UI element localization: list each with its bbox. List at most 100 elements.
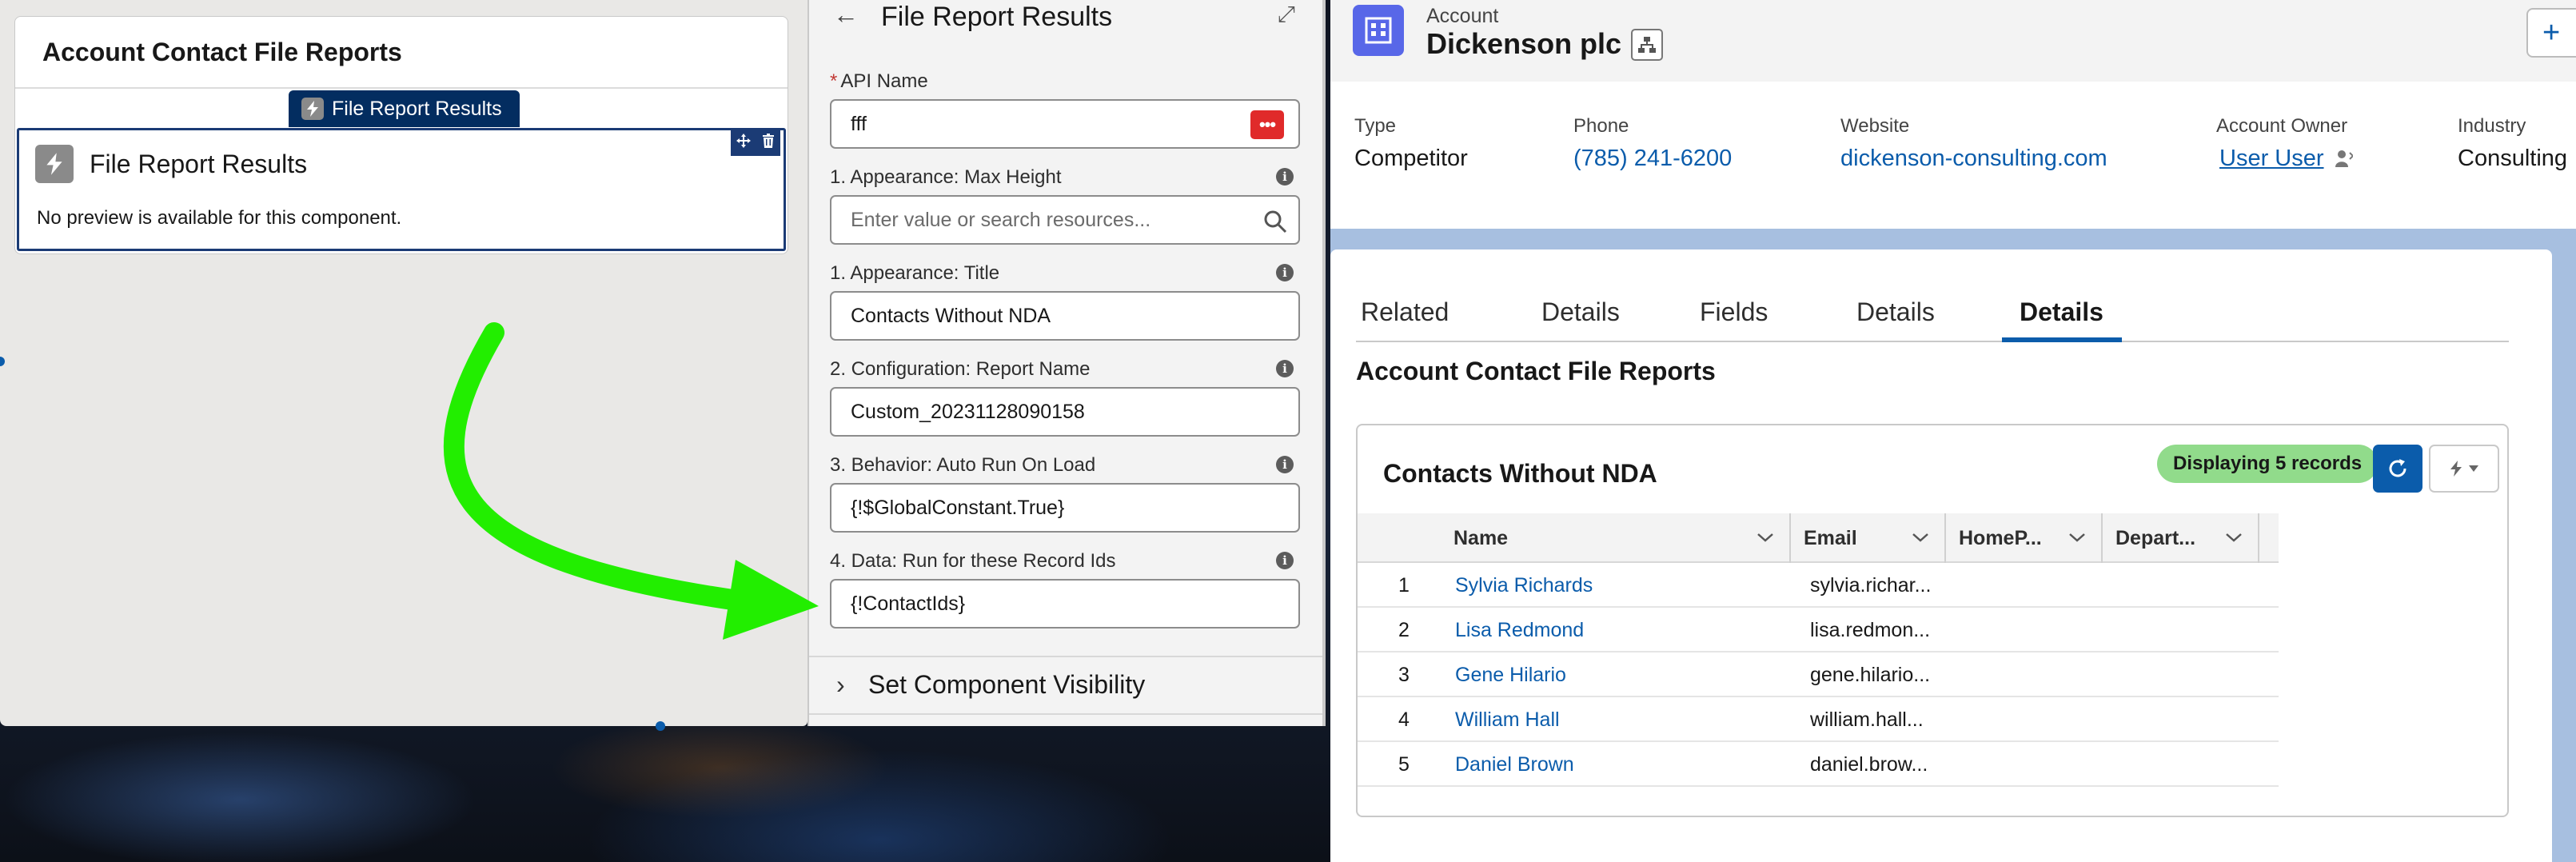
contact-email: gene.hilario... <box>1810 664 1931 686</box>
hierarchy-icon[interactable] <box>1631 29 1663 61</box>
highlights-panel: Type Competitor Phone (785) 241-6200 Web… <box>1330 82 2576 229</box>
auto-run-label: 3. Behavior: Auto Run On Load <box>830 454 1096 476</box>
table-row: 1 Sylvia Richards sylvia.richar... <box>1358 563 2279 608</box>
highlight-label: Phone <box>1573 115 1629 137</box>
record-name: Dickenson plc <box>1426 27 1622 60</box>
chevron-down-icon[interactable] <box>2224 529 2243 545</box>
actions-menu-button[interactable] <box>2429 445 2499 493</box>
api-name-value: fff <box>851 112 867 135</box>
refresh-button[interactable] <box>2373 445 2422 493</box>
selected-component[interactable]: File Report Results No preview is availa… <box>17 128 786 251</box>
contact-name-link[interactable]: Gene Hilario <box>1455 664 1566 687</box>
info-icon[interactable]: i <box>1276 264 1294 281</box>
chevron-right-icon: › <box>836 670 845 699</box>
column-header-homephone[interactable]: HomeP... <box>1959 513 2042 563</box>
column-divider[interactable] <box>1944 513 1946 563</box>
account-icon <box>1353 5 1404 56</box>
expand-icon[interactable]: ⤢ <box>1278 2 1295 28</box>
max-height-input[interactable]: Enter value or search resources... <box>830 195 1300 245</box>
grid-header: Name Email HomeP... Depart... <box>1358 513 2279 563</box>
back-arrow-icon[interactable]: ← <box>833 0 859 30</box>
component-toolbar <box>731 130 780 156</box>
auto-run-input[interactable]: {!$GlobalConstant.True} <box>830 483 1300 533</box>
report-title: Contacts Without NDA <box>1383 459 1657 488</box>
lightning-icon <box>301 98 324 120</box>
chevron-down-icon[interactable] <box>2068 529 2087 545</box>
properties-header: ← File Report Results ⤢ <box>809 0 1322 35</box>
tab-details-2[interactable]: Details <box>1856 297 1935 327</box>
table-row: 2 Lisa Redmond lisa.redmon... <box>1358 608 2279 652</box>
info-icon[interactable]: i <box>1276 168 1294 186</box>
owner-link[interactable]: User User <box>2219 146 2354 172</box>
component-visibility-section[interactable]: › Set Component Visibility <box>809 656 1322 715</box>
info-icon[interactable]: i <box>1276 360 1294 377</box>
api-name-label: * API Name <box>830 70 928 92</box>
search-icon <box>1264 210 1287 233</box>
component-tag[interactable]: File Report Results <box>289 90 520 127</box>
highlight-label: Website <box>1840 115 1910 137</box>
report-name-input[interactable]: Custom_20231128090158 <box>830 387 1300 437</box>
canvas-card-title: Account Contact File Reports <box>42 38 402 66</box>
resize-handle-bottom[interactable] <box>656 721 665 731</box>
tab-details-3[interactable]: Details <box>2020 297 2103 327</box>
contact-name-link[interactable]: William Hall <box>1455 708 1560 732</box>
required-asterisk: * <box>830 70 838 92</box>
trash-icon[interactable] <box>762 134 775 153</box>
title-input[interactable]: Contacts Without NDA <box>830 291 1300 341</box>
contact-name-link[interactable]: Daniel Brown <box>1455 753 1574 776</box>
change-owner-icon[interactable] <box>2334 148 2354 169</box>
table-row: 3 Gene Hilario gene.hilario... <box>1358 652 2279 697</box>
table-row: 5 Daniel Brown daniel.brow... <box>1358 742 2279 787</box>
record-page-preview: Account Dickenson plc + Type Competitor … <box>1330 0 2576 862</box>
canvas-component-card[interactable]: Account Contact File Reports File Report… <box>14 16 788 254</box>
column-divider <box>2258 513 2259 563</box>
chevron-down-icon[interactable] <box>1911 529 1930 545</box>
component-visibility-label: Set Component Visibility <box>868 670 1146 699</box>
column-header-email[interactable]: Email <box>1804 513 1857 563</box>
tab-fields[interactable]: Fields <box>1700 297 1768 327</box>
chevron-down-icon <box>2469 465 2478 472</box>
contact-name-link[interactable]: Lisa Redmond <box>1455 619 1584 642</box>
website-link[interactable]: dickenson-consulting.com <box>1840 146 2107 172</box>
contact-email: william.hall... <box>1810 708 1924 731</box>
row-number: 1 <box>1398 574 1410 597</box>
table-row: 4 William Hall william.hall... <box>1358 697 2279 742</box>
owner-name: User User <box>2219 146 2324 171</box>
contact-email: daniel.brow... <box>1810 753 1928 776</box>
record-ids-input[interactable]: {!ContactIds} <box>830 579 1300 629</box>
title-label: 1. Appearance: Title <box>830 262 1000 284</box>
column-divider[interactable] <box>2101 513 2103 563</box>
lightning-icon <box>2450 461 2462 477</box>
object-type-label: Account <box>1426 5 1499 27</box>
phone-link[interactable]: (785) 241-6200 <box>1573 146 1732 172</box>
component-tag-label: File Report Results <box>332 97 502 120</box>
contact-email: sylvia.richar... <box>1810 574 1932 597</box>
section-title: Account Contact File Reports <box>1356 357 1716 385</box>
resize-handle-left[interactable] <box>0 357 5 366</box>
row-number: 2 <box>1398 619 1410 641</box>
column-header-name[interactable]: Name <box>1453 513 1508 563</box>
add-button[interactable]: + <box>2526 8 2576 58</box>
column-header-department[interactable]: Depart... <box>2115 513 2195 563</box>
info-icon[interactable]: i <box>1276 552 1294 569</box>
tab-details[interactable]: Details <box>1541 297 1620 327</box>
record-header: Account Dickenson plc + <box>1330 0 2576 82</box>
api-name-input[interactable]: fff ••• <box>830 99 1300 149</box>
component-title: File Report Results <box>90 150 308 178</box>
contact-email: lisa.redmon... <box>1810 619 1931 641</box>
report-name-label: 2. Configuration: Report Name <box>830 358 1091 380</box>
highlight-label: Type <box>1354 115 1397 137</box>
tab-related[interactable]: Related <box>1361 297 1449 327</box>
no-preview-message: No preview is available for this compone… <box>37 207 402 229</box>
info-icon[interactable]: i <box>1276 456 1294 473</box>
divider <box>15 87 788 89</box>
tab-bar: Related Details Fields Details Details <box>1356 285 2509 342</box>
error-badge-icon[interactable]: ••• <box>1250 110 1284 139</box>
chevron-down-icon[interactable] <box>1756 529 1775 545</box>
contact-name-link[interactable]: Sylvia Richards <box>1455 574 1593 597</box>
move-icon[interactable] <box>736 134 751 153</box>
record-ids-label: 4. Data: Run for these Record Ids <box>830 550 1116 572</box>
highlight-value: Competitor <box>1354 146 1468 171</box>
highlight-label: Account Owner <box>2216 115 2348 137</box>
column-divider[interactable] <box>1789 513 1791 563</box>
